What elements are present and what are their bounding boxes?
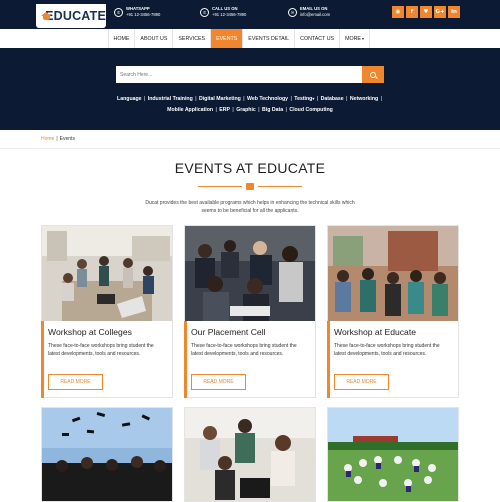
event-title: Workshop at Educate	[334, 327, 417, 337]
contact-whatsapp: ✆ WHATSAPP +91 12-3456-7890	[114, 6, 160, 18]
divider	[0, 148, 500, 149]
nav-home[interactable]: HOME	[107, 29, 135, 48]
phone-icon: ✆	[200, 7, 209, 17]
event-title: Workshop at Colleges	[48, 327, 132, 337]
event-image	[185, 226, 315, 321]
tag-link[interactable]: ERP	[219, 107, 230, 113]
event-card: Workshop at Educate These face-to-face w…	[327, 225, 459, 398]
tag-link[interactable]: Graphic	[236, 107, 256, 113]
tag-link[interactable]: Mobile Application	[167, 107, 213, 113]
google-plus-icon[interactable]: G+	[434, 6, 446, 18]
breadcrumb-separator: |	[56, 136, 58, 142]
tag-link[interactable]: Networking	[350, 96, 378, 102]
tag-link[interactable]: Digital Marketing	[199, 96, 241, 102]
title-divider	[198, 183, 302, 190]
event-image	[328, 226, 458, 321]
page-title: EVENTS AT EDUCATE	[174, 160, 326, 176]
tag-link[interactable]: Big Data	[262, 107, 283, 113]
search-icon	[370, 71, 376, 78]
event-description: These face-to-face workshops bring stude…	[48, 343, 154, 357]
linkedin-icon[interactable]: in	[448, 6, 460, 18]
read-more-button[interactable]: READ MORE	[191, 374, 246, 390]
breadcrumb-current: Events	[59, 136, 75, 142]
contact-value[interactable]: info@email.com	[300, 12, 330, 18]
breadcrumb-home[interactable]: Home	[41, 136, 54, 142]
twitter-icon[interactable]: ♥	[420, 6, 432, 18]
event-card: Our Placement Cell These face-to-face wo…	[184, 225, 316, 398]
tag-link[interactable]: Language	[117, 96, 142, 102]
tag-link[interactable]: Cloud Computing	[289, 107, 333, 113]
facebook-icon[interactable]: f	[406, 6, 418, 18]
event-description: These face-to-face workshops bring stude…	[334, 343, 440, 357]
search-button[interactable]	[362, 66, 384, 83]
chevron-down-icon: ▾	[361, 36, 364, 41]
event-image	[327, 407, 459, 502]
nav-events[interactable]: EVENTS	[210, 29, 243, 48]
logo[interactable]: EDUCATE	[36, 4, 106, 28]
nav-services[interactable]: SERVICES	[172, 29, 210, 48]
event-card: Workshop at Colleges These face-to-face …	[41, 225, 173, 398]
page-lead: Ducat provides the best available progra…	[145, 200, 355, 214]
contact-phone: ✆ CALL US ON +91 12-3456-7890	[200, 6, 246, 18]
read-more-button[interactable]: READ MORE	[48, 374, 103, 390]
social-links: ◉ f ♥ G+ in	[392, 6, 460, 18]
event-image	[184, 407, 316, 502]
search-bar	[116, 66, 384, 83]
nav-events-detail[interactable]: EVENTS DETAIL	[242, 29, 294, 48]
read-more-button[interactable]: READ MORE	[334, 374, 389, 390]
category-links: Language | Industrial Training | Digital…	[117, 96, 382, 113]
event-description: These face-to-face workshops bring stude…	[191, 343, 297, 357]
event-image	[42, 226, 172, 321]
book-icon	[246, 183, 254, 190]
search-input[interactable]	[116, 66, 362, 83]
nav-about-us[interactable]: ABOUT US	[134, 29, 172, 48]
tag-link[interactable]: Web Technology	[247, 96, 288, 102]
event-title: Our Placement Cell	[191, 327, 266, 337]
nav-more[interactable]: MORE ▾	[339, 29, 370, 48]
nav-more-label: MORE	[345, 35, 361, 42]
contact-value: +91 12-3456-7890	[212, 12, 247, 17]
contact-email: ✉ EMAIL US ON info@email.com	[288, 6, 330, 18]
event-image	[41, 407, 173, 502]
tag-link[interactable]: Database	[321, 96, 344, 102]
mail-icon: ✉	[288, 7, 297, 17]
nav-contact-us[interactable]: CONTACT US	[294, 29, 339, 48]
graduation-cap-icon	[41, 11, 52, 21]
breadcrumb: Home | Events	[41, 136, 75, 142]
tag-link[interactable]: Industrial Training	[148, 96, 193, 102]
main-nav: HOME ABOUT US SERVICES EVENTS EVENTS DET…	[0, 29, 500, 48]
rss-icon[interactable]: ◉	[392, 6, 404, 18]
whatsapp-icon: ✆	[114, 7, 123, 17]
tag-link[interactable]: Testing	[294, 96, 312, 102]
contact-value: +91 12-3456-7890	[126, 12, 161, 17]
logo-text: EDUCATE	[45, 9, 106, 23]
